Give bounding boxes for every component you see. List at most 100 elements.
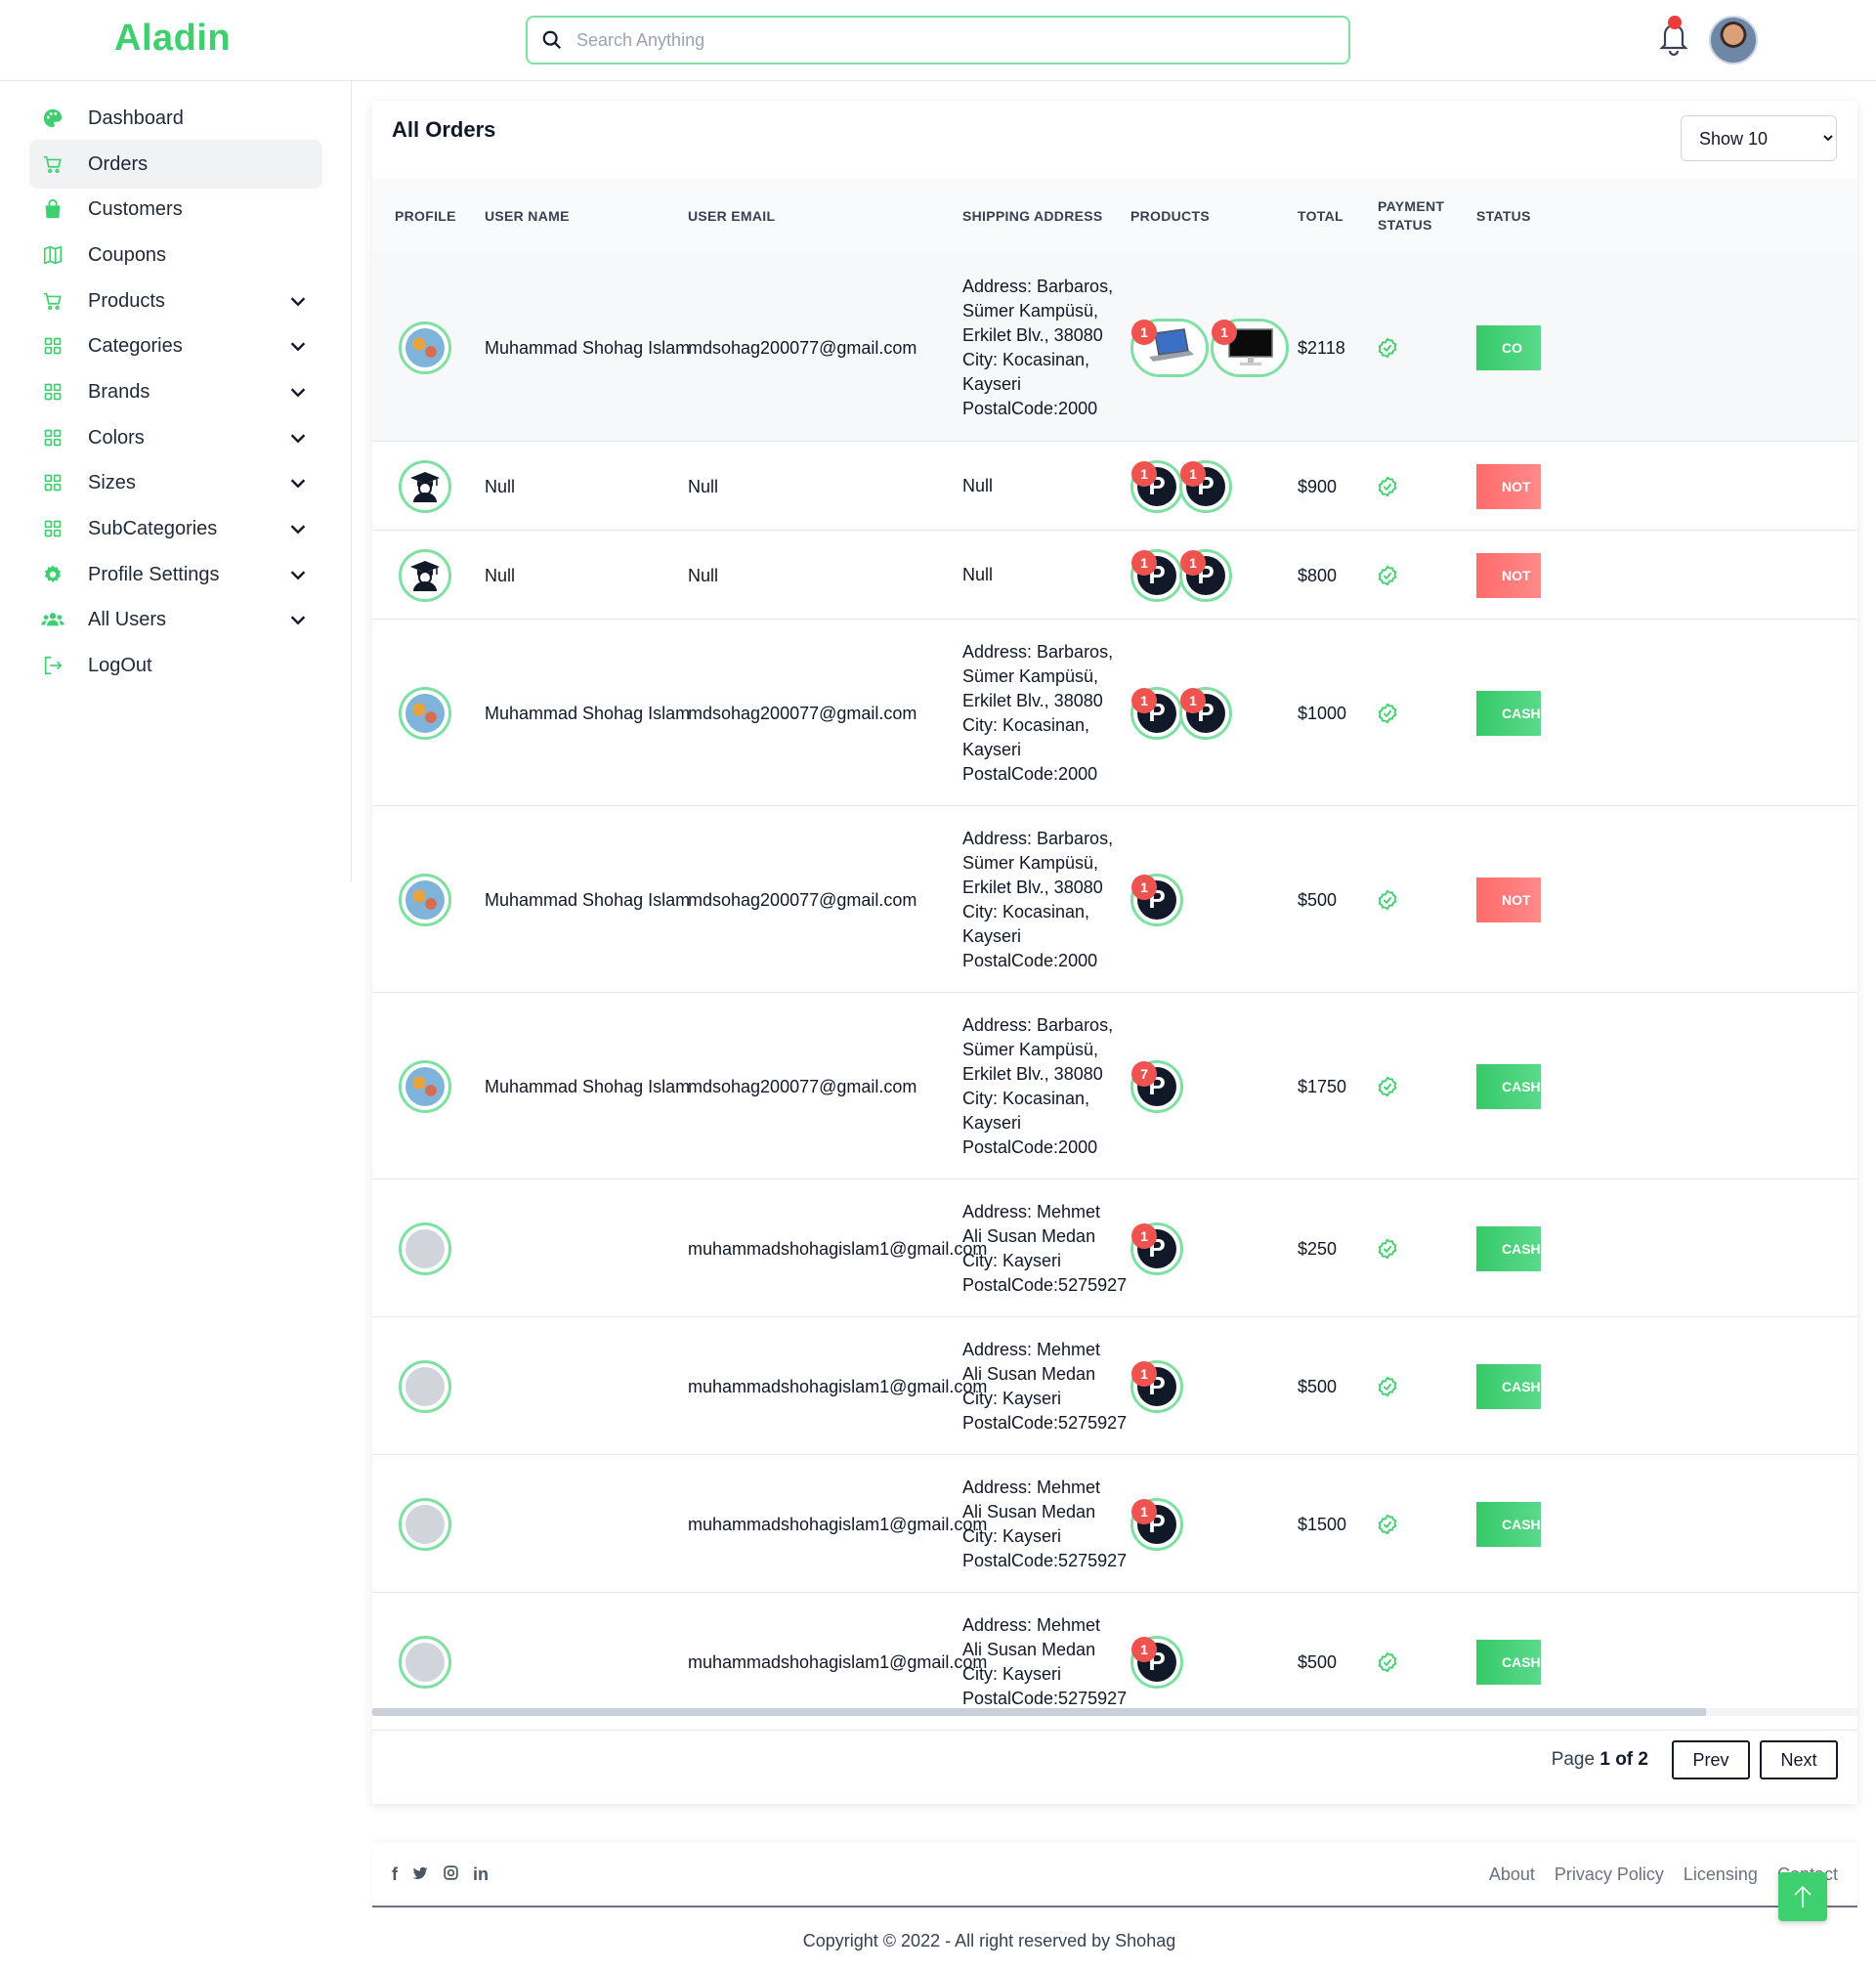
sidebar-item-coupons[interactable]: Coupons bbox=[29, 231, 322, 279]
scroll-to-top-button[interactable] bbox=[1778, 1872, 1827, 1921]
facebook-icon[interactable]: f bbox=[392, 1864, 398, 1887]
twitter-icon[interactable] bbox=[411, 1864, 429, 1887]
scrollbar-thumb[interactable] bbox=[372, 1708, 1706, 1716]
chevron-down-icon[interactable] bbox=[287, 472, 309, 493]
user-name: Muhammad Shohag Islam bbox=[485, 337, 691, 358]
sidebar-item-logout[interactable]: LogOut bbox=[29, 641, 322, 690]
footer-link-about[interactable]: About bbox=[1489, 1864, 1535, 1885]
next-button[interactable]: Next bbox=[1760, 1740, 1838, 1779]
address-line: City: Kocasinan, bbox=[962, 349, 1090, 369]
horizontal-scrollbar[interactable] bbox=[372, 1708, 1857, 1716]
sidebar-item-customers[interactable]: Customers bbox=[29, 185, 322, 234]
chevron-down-icon[interactable] bbox=[287, 335, 309, 357]
sidebar-item-label: Coupons bbox=[88, 243, 167, 266]
product-thumbnail[interactable]: P1 bbox=[1179, 686, 1232, 740]
footer-link-licensing[interactable]: Licensing bbox=[1684, 1864, 1758, 1885]
user-email: mdsohag200077@gmail.com bbox=[688, 337, 917, 358]
sidebar-item-subcategories[interactable]: SubCategories bbox=[29, 504, 322, 553]
sidebar-item-brands[interactable]: Brands bbox=[29, 367, 322, 416]
address-line: Erkilet Blv., 38080 bbox=[962, 1063, 1103, 1084]
user-email: muhammadshohagislam1@gmail.com bbox=[688, 1376, 988, 1396]
address-line: Ali Susan Medan bbox=[962, 1639, 1096, 1659]
chevron-down-icon[interactable] bbox=[287, 609, 309, 630]
search-box[interactable] bbox=[526, 16, 1350, 64]
table-row[interactable]: Muhammad Shohag Islam mdsohag200077@gmail… bbox=[372, 806, 1857, 993]
table-row[interactable]: Muhammad Shohag Islam mdsohag200077@gmail… bbox=[372, 993, 1857, 1179]
product-thumbnail[interactable]: 1 bbox=[1211, 318, 1289, 377]
product-thumbnail[interactable]: P1 bbox=[1130, 459, 1183, 513]
order-total: $250 bbox=[1298, 1238, 1338, 1259]
sidebar-item-profile-settings[interactable]: Profile Settings bbox=[29, 550, 322, 599]
chevron-down-icon[interactable] bbox=[287, 518, 309, 539]
status-badge[interactable]: CASH bbox=[1476, 1639, 1541, 1685]
user-name: Muhammad Shohag Islam bbox=[485, 1076, 691, 1096]
sidebar-item-label: Profile Settings bbox=[88, 563, 220, 585]
chevron-down-icon[interactable] bbox=[287, 381, 309, 403]
product-thumbnail[interactable]: P1 bbox=[1130, 1497, 1183, 1551]
avatar-image bbox=[405, 879, 445, 920]
status-badge[interactable]: CASH bbox=[1476, 1225, 1541, 1271]
product-thumbnail[interactable]: P1 bbox=[1179, 459, 1232, 513]
instagram-icon[interactable] bbox=[443, 1864, 459, 1887]
product-thumbnail[interactable]: P1 bbox=[1130, 1359, 1183, 1413]
status-badge[interactable]: CASH bbox=[1476, 1063, 1541, 1109]
table-row[interactable]: muhammadshohagislam1@gmail.com Address: M… bbox=[372, 1179, 1857, 1317]
address-line: City: Kocasinan, bbox=[962, 901, 1090, 921]
shipping-address: Address: Barbaros, Sümer Kampüsü, Erkilet … bbox=[962, 640, 1113, 787]
address-line: Ali Susan Medan bbox=[962, 1501, 1096, 1521]
product-thumbnail[interactable]: P7 bbox=[1130, 1059, 1183, 1113]
quantity-badge: 1 bbox=[1131, 687, 1157, 713]
table-row[interactable]: Muhammad Shohag Islam mdsohag200077@gmail… bbox=[372, 253, 1857, 442]
address-line: Sümer Kampüsü, bbox=[962, 300, 1099, 321]
search-input[interactable] bbox=[576, 29, 1319, 51]
product-thumbnail[interactable]: P1 bbox=[1130, 686, 1183, 740]
app-logo[interactable]: Aladin bbox=[114, 18, 231, 60]
status-badge[interactable]: CO bbox=[1476, 324, 1541, 370]
table-row[interactable]: muhammadshohagislam1@gmail.com Address: M… bbox=[372, 1317, 1857, 1455]
notification-bell-icon[interactable] bbox=[1657, 14, 1690, 57]
chevron-down-icon[interactable] bbox=[287, 564, 309, 585]
product-thumbnail[interactable]: P1 bbox=[1130, 1221, 1183, 1275]
footer: f in AboutPrivacy PolicyLicensingContact bbox=[372, 1843, 1857, 1907]
sidebar-item-all-users[interactable]: All Users bbox=[29, 595, 322, 644]
profile-avatar bbox=[399, 686, 451, 740]
product-thumbnail[interactable]: P1 bbox=[1130, 548, 1183, 602]
sidebar-item-products[interactable]: Products bbox=[29, 277, 322, 325]
social-links: f in bbox=[392, 1864, 489, 1887]
table-row[interactable]: Null Null Null P 1 P 1 $900 NOT bbox=[372, 442, 1857, 531]
sidebar-item-orders[interactable]: Orders bbox=[29, 140, 322, 189]
user-email: muhammadshohagislam1@gmail.com bbox=[688, 1651, 988, 1672]
status-badge[interactable]: CASH bbox=[1476, 1363, 1541, 1409]
search-icon bbox=[542, 30, 562, 50]
address-line: Address: Barbaros, bbox=[962, 828, 1114, 848]
sidebar-item-dashboard[interactable]: Dashboard bbox=[29, 94, 322, 143]
product-thumbnail[interactable]: 1 bbox=[1130, 318, 1209, 377]
product-thumbnail[interactable]: P1 bbox=[1130, 873, 1183, 926]
status-badge[interactable]: CASH bbox=[1476, 1501, 1541, 1547]
page-size-select[interactable]: Show 10 bbox=[1681, 115, 1837, 161]
sidebar-item-categories[interactable]: Categories bbox=[29, 321, 322, 370]
profile-avatar bbox=[399, 1497, 451, 1551]
table-row[interactable]: muhammadshohagislam1@gmail.com Address: M… bbox=[372, 1455, 1857, 1593]
user-avatar[interactable] bbox=[1709, 16, 1758, 64]
prev-button[interactable]: Prev bbox=[1672, 1740, 1750, 1779]
product-thumbnail[interactable]: P1 bbox=[1130, 1635, 1183, 1689]
status-badge[interactable]: CASH bbox=[1476, 690, 1541, 736]
orders-card: All Orders Show 10 PROFILE USER NAME USE… bbox=[372, 101, 1857, 1804]
table-row[interactable]: Null Null Null P 1 P 1 $800 NOT bbox=[372, 531, 1857, 620]
table-row[interactable]: Muhammad Shohag Islam mdsohag200077@gmail… bbox=[372, 620, 1857, 806]
address-line: Kayseri bbox=[962, 1112, 1022, 1133]
status-badge[interactable]: NOT bbox=[1476, 552, 1541, 598]
status-badge[interactable]: NOT bbox=[1476, 877, 1541, 922]
sidebar-item-colors[interactable]: Colors bbox=[29, 413, 322, 462]
sidebar-item-label: Categories bbox=[88, 334, 183, 357]
linkedin-icon[interactable]: in bbox=[473, 1864, 489, 1887]
address-line: Kayseri bbox=[962, 373, 1022, 394]
shipping-address: Null bbox=[962, 563, 993, 587]
footer-link-privacy-policy[interactable]: Privacy Policy bbox=[1555, 1864, 1664, 1885]
product-thumbnail[interactable]: P1 bbox=[1179, 548, 1232, 602]
sidebar-item-sizes[interactable]: Sizes bbox=[29, 458, 322, 507]
status-badge[interactable]: NOT bbox=[1476, 463, 1541, 509]
chevron-down-icon[interactable] bbox=[287, 290, 309, 312]
chevron-down-icon[interactable] bbox=[287, 427, 309, 449]
